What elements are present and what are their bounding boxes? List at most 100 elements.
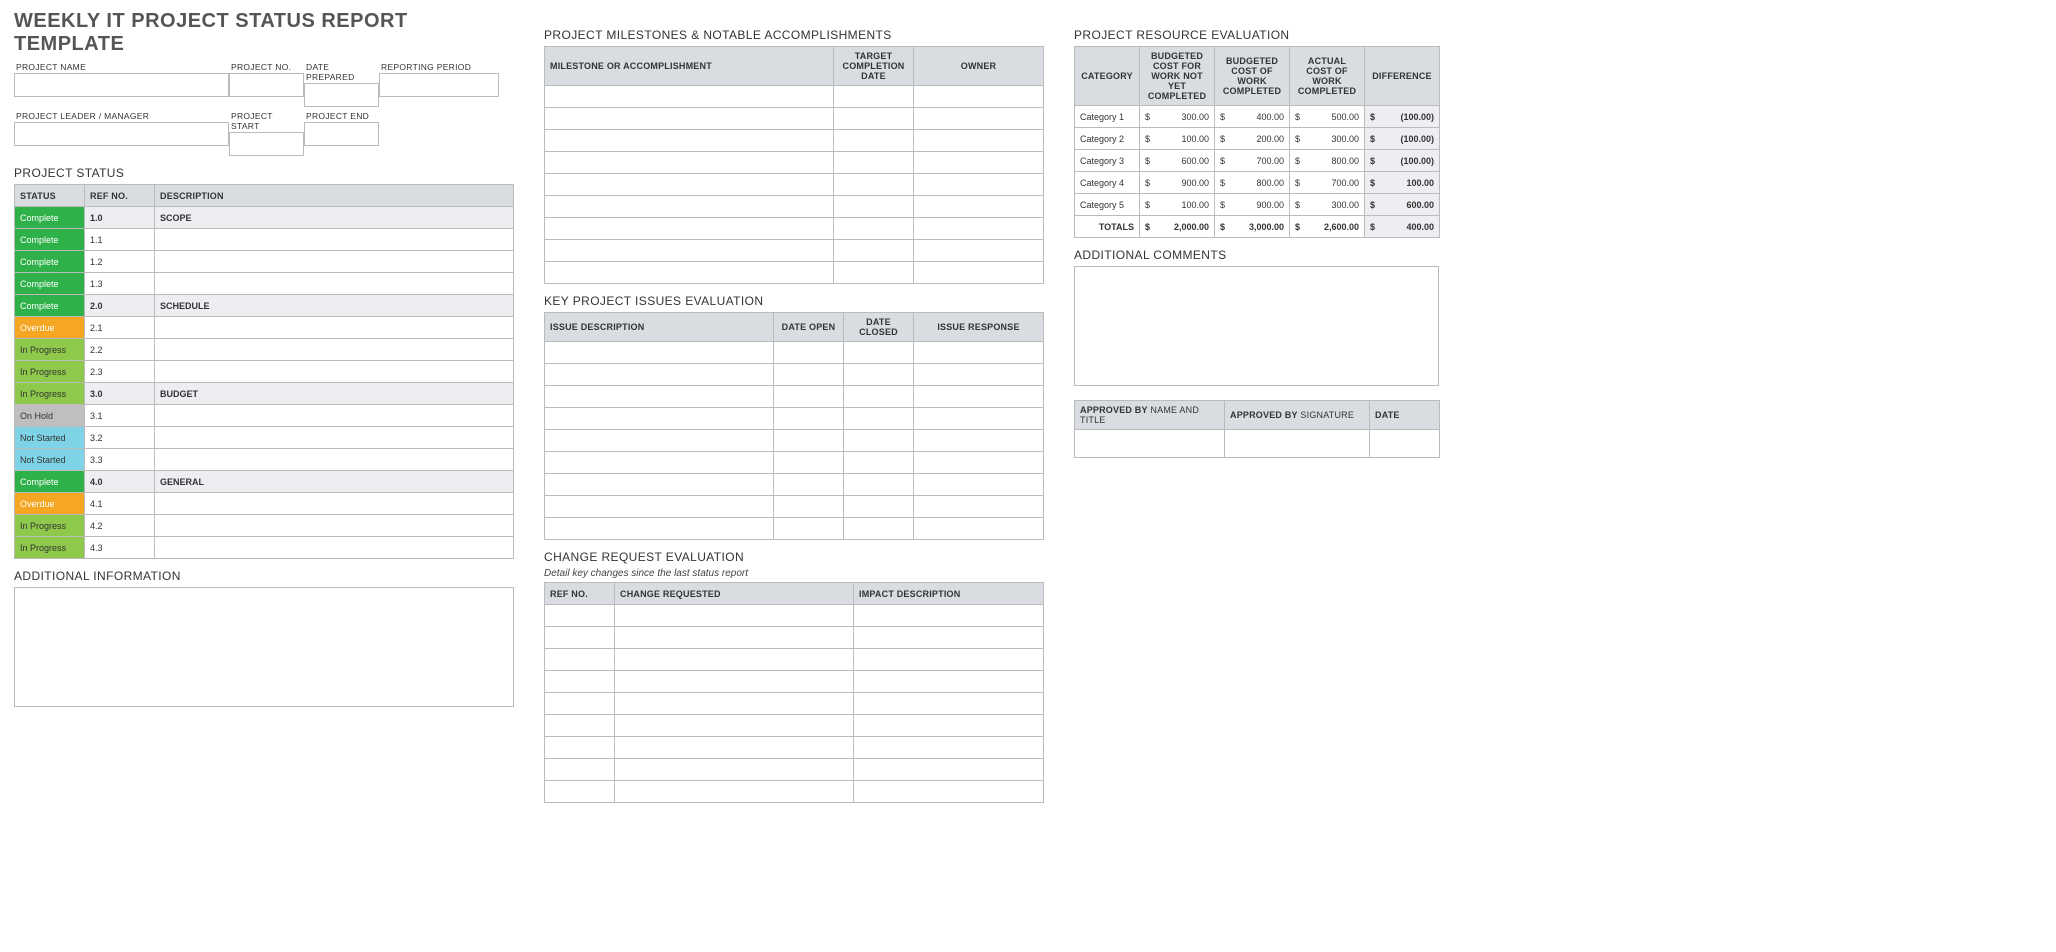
empty-cell[interactable] — [914, 386, 1044, 408]
empty-cell[interactable] — [774, 518, 844, 540]
empty-cell[interactable] — [914, 130, 1044, 152]
empty-cell[interactable] — [834, 196, 914, 218]
empty-cell[interactable] — [545, 364, 774, 386]
input-project-no[interactable] — [229, 73, 304, 97]
empty-cell[interactable] — [545, 240, 834, 262]
empty-cell[interactable] — [914, 218, 1044, 240]
empty-cell[interactable] — [774, 496, 844, 518]
status-cell[interactable]: In Progress — [15, 339, 85, 361]
empty-cell[interactable] — [834, 108, 914, 130]
empty-cell[interactable] — [774, 474, 844, 496]
empty-cell[interactable] — [914, 342, 1044, 364]
empty-cell[interactable] — [914, 240, 1044, 262]
status-cell[interactable]: In Progress — [15, 361, 85, 383]
empty-cell[interactable] — [914, 152, 1044, 174]
empty-cell[interactable] — [545, 262, 834, 284]
empty-cell[interactable] — [545, 152, 834, 174]
empty-cell[interactable] — [854, 627, 1044, 649]
empty-cell[interactable] — [545, 693, 615, 715]
empty-cell[interactable] — [615, 649, 854, 671]
status-cell[interactable]: Overdue — [15, 493, 85, 515]
empty-cell[interactable] — [854, 715, 1044, 737]
input-project-start[interactable] — [229, 132, 304, 156]
empty-cell[interactable] — [774, 386, 844, 408]
empty-cell[interactable] — [914, 196, 1044, 218]
empty-cell[interactable] — [914, 496, 1044, 518]
input-comments[interactable] — [1074, 266, 1439, 386]
empty-cell[interactable] — [914, 452, 1044, 474]
empty-cell[interactable] — [844, 342, 914, 364]
status-cell[interactable]: Not Started — [15, 427, 85, 449]
empty-cell[interactable] — [774, 364, 844, 386]
empty-cell[interactable] — [615, 627, 854, 649]
empty-cell[interactable] — [545, 342, 774, 364]
empty-cell[interactable] — [545, 174, 834, 196]
empty-cell[interactable] — [774, 342, 844, 364]
empty-cell[interactable] — [774, 430, 844, 452]
empty-cell[interactable] — [545, 649, 615, 671]
status-cell[interactable]: Complete — [15, 295, 85, 317]
input-project-leader[interactable] — [14, 122, 229, 146]
empty-cell[interactable] — [545, 671, 615, 693]
status-cell[interactable]: Not Started — [15, 449, 85, 471]
status-cell[interactable]: In Progress — [15, 537, 85, 559]
empty-cell[interactable] — [545, 196, 834, 218]
status-cell[interactable]: Complete — [15, 273, 85, 295]
empty-cell[interactable] — [545, 627, 615, 649]
status-cell[interactable]: Complete — [15, 207, 85, 229]
empty-cell[interactable] — [545, 108, 834, 130]
empty-cell[interactable] — [914, 408, 1044, 430]
empty-cell[interactable] — [545, 759, 615, 781]
empty-cell[interactable] — [854, 605, 1044, 627]
input-date-prepared[interactable] — [304, 83, 379, 107]
status-cell[interactable]: In Progress — [15, 383, 85, 405]
empty-cell[interactable] — [545, 474, 774, 496]
status-cell[interactable]: On Hold — [15, 405, 85, 427]
input-approved-name[interactable] — [1075, 430, 1225, 458]
input-approved-sig[interactable] — [1225, 430, 1370, 458]
empty-cell[interactable] — [854, 671, 1044, 693]
input-approved-date[interactable] — [1370, 430, 1440, 458]
empty-cell[interactable] — [545, 715, 615, 737]
empty-cell[interactable] — [615, 715, 854, 737]
empty-cell[interactable] — [545, 86, 834, 108]
empty-cell[interactable] — [615, 737, 854, 759]
empty-cell[interactable] — [834, 218, 914, 240]
empty-cell[interactable] — [545, 408, 774, 430]
empty-cell[interactable] — [914, 364, 1044, 386]
empty-cell[interactable] — [914, 262, 1044, 284]
empty-cell[interactable] — [774, 452, 844, 474]
empty-cell[interactable] — [844, 474, 914, 496]
empty-cell[interactable] — [545, 781, 615, 803]
empty-cell[interactable] — [834, 262, 914, 284]
empty-cell[interactable] — [545, 452, 774, 474]
empty-cell[interactable] — [914, 474, 1044, 496]
empty-cell[interactable] — [545, 496, 774, 518]
empty-cell[interactable] — [615, 759, 854, 781]
empty-cell[interactable] — [914, 174, 1044, 196]
empty-cell[interactable] — [834, 130, 914, 152]
empty-cell[interactable] — [914, 108, 1044, 130]
empty-cell[interactable] — [844, 430, 914, 452]
empty-cell[interactable] — [854, 649, 1044, 671]
status-cell[interactable]: Complete — [15, 251, 85, 273]
empty-cell[interactable] — [844, 386, 914, 408]
empty-cell[interactable] — [615, 781, 854, 803]
status-cell[interactable]: Complete — [15, 229, 85, 251]
empty-cell[interactable] — [844, 496, 914, 518]
empty-cell[interactable] — [834, 86, 914, 108]
empty-cell[interactable] — [844, 452, 914, 474]
status-cell[interactable]: Overdue — [15, 317, 85, 339]
empty-cell[interactable] — [545, 218, 834, 240]
empty-cell[interactable] — [545, 737, 615, 759]
empty-cell[interactable] — [615, 671, 854, 693]
empty-cell[interactable] — [914, 518, 1044, 540]
empty-cell[interactable] — [545, 430, 774, 452]
empty-cell[interactable] — [834, 174, 914, 196]
status-cell[interactable]: Complete — [15, 471, 85, 493]
empty-cell[interactable] — [774, 408, 844, 430]
empty-cell[interactable] — [854, 693, 1044, 715]
empty-cell[interactable] — [545, 130, 834, 152]
input-additional-info[interactable] — [14, 587, 514, 707]
status-cell[interactable]: In Progress — [15, 515, 85, 537]
